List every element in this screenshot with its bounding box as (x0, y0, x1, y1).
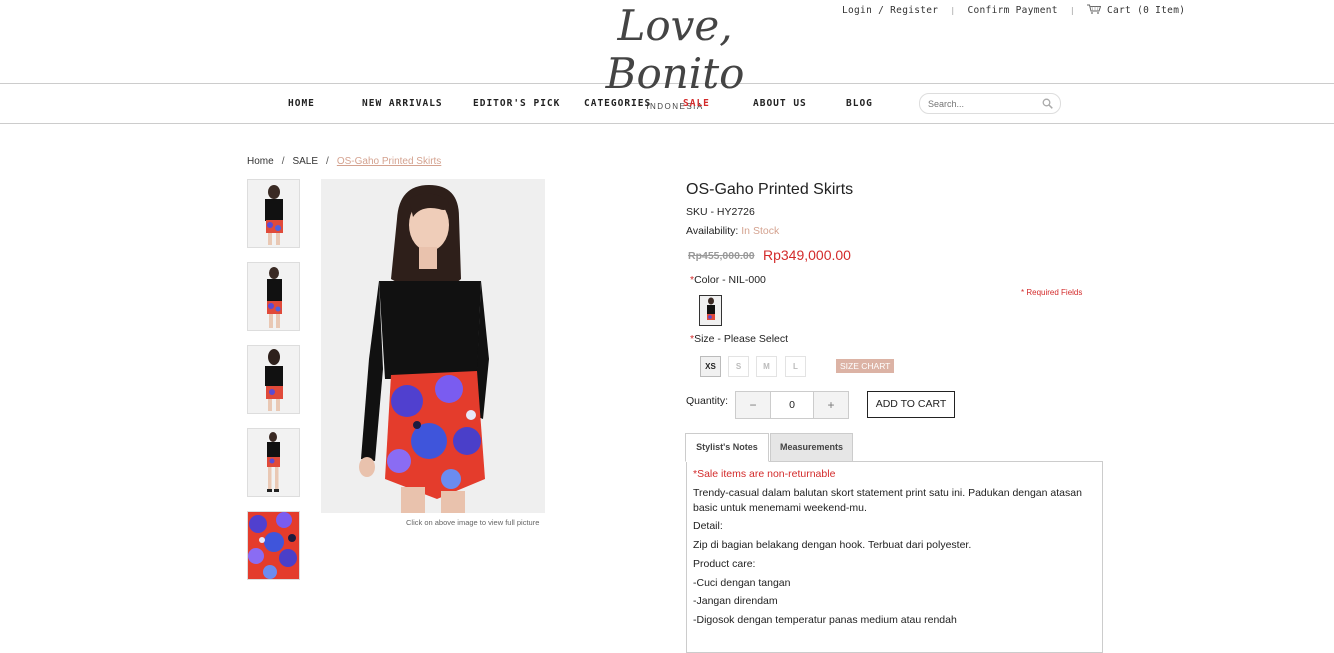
thumbnail-image (248, 263, 299, 330)
breadcrumb-separator: / (281, 156, 285, 167)
nav-item-new-arrivals[interactable]: NEW ARRIVALS (362, 98, 443, 109)
cart-label: Cart (0 Item) (1106, 5, 1186, 16)
thumbnail-image (248, 346, 299, 413)
cart-link[interactable]: Cart (0 Item) (1086, 4, 1186, 16)
confirm-payment-link[interactable]: Confirm Payment (968, 5, 1058, 16)
thumbnail-image (248, 429, 299, 496)
color-swatch[interactable] (699, 295, 722, 326)
top-link-separator: | (1069, 6, 1075, 15)
availability-label: Availability: (686, 225, 739, 237)
tab-measurements[interactable]: Measurements (770, 433, 853, 462)
nav-item-about-us[interactable]: ABOUT US (753, 98, 807, 109)
product-sku: SKU - HY2726 (686, 206, 755, 218)
description-line: Trendy-casual dalam balutan skort statem… (693, 487, 1082, 499)
cart-icon (1086, 4, 1101, 14)
breadcrumb-current[interactable]: OS-Gaho Printed Skirts (337, 156, 441, 167)
search-box (919, 93, 1061, 114)
quantity-decrease-button[interactable]: − (736, 392, 771, 418)
breadcrumb-home[interactable]: Home (247, 156, 274, 167)
main-nav: HOME NEW ARRIVALS EDITOR'S PICK CATEGORI… (0, 84, 1334, 124)
product-thumbnail[interactable] (247, 179, 300, 248)
required-fields-note: * Required Fields (1021, 288, 1083, 297)
sale-warning: *Sale items are non-returnable (693, 468, 836, 480)
quantity-input[interactable]: 0 (770, 392, 814, 418)
add-to-cart-button[interactable]: ADD TO CART (867, 391, 955, 418)
size-option-xs[interactable]: XS (700, 356, 721, 377)
product-thumbnail[interactable] (247, 428, 300, 497)
size-label: *Size - Please Select (690, 333, 788, 345)
breadcrumb-separator: / (326, 156, 329, 167)
model-photo (321, 179, 545, 513)
nav-item-sale[interactable]: SALE (683, 98, 710, 109)
care-item: -Digosok dengan temperatur panas medium … (693, 614, 957, 626)
size-option-m[interactable]: M (756, 356, 777, 377)
quantity-stepper: − 0 + (735, 391, 849, 419)
care-item: -Cuci dengan tangan (693, 577, 791, 589)
product-thumbnail[interactable] (247, 345, 300, 414)
tab-stylists-notes[interactable]: Stylist's Notes (685, 433, 769, 462)
thumbnail-image (248, 512, 299, 579)
availability: Availability: In Stock (686, 225, 779, 237)
top-links: Login / Register | Confirm Payment | Car… (842, 4, 1185, 16)
size-option-s[interactable]: S (728, 356, 749, 377)
old-price: Rp455,000.00 (688, 250, 755, 262)
product-thumbnail[interactable] (247, 511, 300, 580)
size-option-l[interactable]: L (785, 356, 806, 377)
product-thumbnail[interactable] (247, 262, 300, 331)
nav-item-blog[interactable]: BLOG (846, 98, 873, 109)
size-chart-button[interactable]: SIZE CHART (836, 359, 895, 373)
sale-price: Rp349,000.00 (763, 247, 851, 263)
product-main-image[interactable] (321, 179, 545, 513)
search-icon[interactable] (1042, 98, 1053, 109)
product-title: OS-Gaho Printed Skirts (686, 181, 854, 198)
nav-item-editors-pick[interactable]: EDITOR'S PICK (473, 98, 560, 109)
breadcrumb: Home / SALE / OS-Gaho Printed Skirts (247, 156, 441, 167)
color-label: *Color - NIL-000 (690, 274, 766, 286)
color-label-text: Color - NIL-000 (694, 274, 766, 286)
detail-label: Detail: (693, 520, 723, 532)
top-link-separator: | (950, 6, 956, 15)
care-label: Product care: (693, 558, 756, 570)
thumbnail-image (248, 180, 299, 247)
quantity-increase-button[interactable]: + (813, 392, 848, 418)
breadcrumb-sale[interactable]: SALE (292, 156, 318, 167)
quantity-label: Quantity: (686, 395, 729, 407)
image-caption: Click on above image to view full pictur… (406, 518, 540, 527)
tab-panel: *Sale items are non-returnable Trendy-ca… (686, 461, 1103, 653)
brand-logo[interactable]: Love, Bonito INDONESIA (575, 2, 775, 112)
availability-value: In Stock (741, 225, 780, 237)
size-label-text: Size - Please Select (694, 333, 789, 345)
detail-text: Zip di bagian belakang dengan hook. Terb… (693, 539, 972, 551)
search-input[interactable] (926, 98, 1040, 110)
login-register-link[interactable]: Login / Register (842, 5, 938, 16)
swatch-image (700, 296, 721, 325)
nav-item-categories[interactable]: CATEGORIES (584, 98, 651, 109)
description-line: basic untuk menemami weekend-mu. (693, 502, 867, 514)
nav-item-home[interactable]: HOME (288, 98, 315, 109)
site-header: Love, Bonito INDONESIA Login / Register … (0, 0, 1334, 112)
care-item: -Jangan direndam (693, 595, 778, 607)
